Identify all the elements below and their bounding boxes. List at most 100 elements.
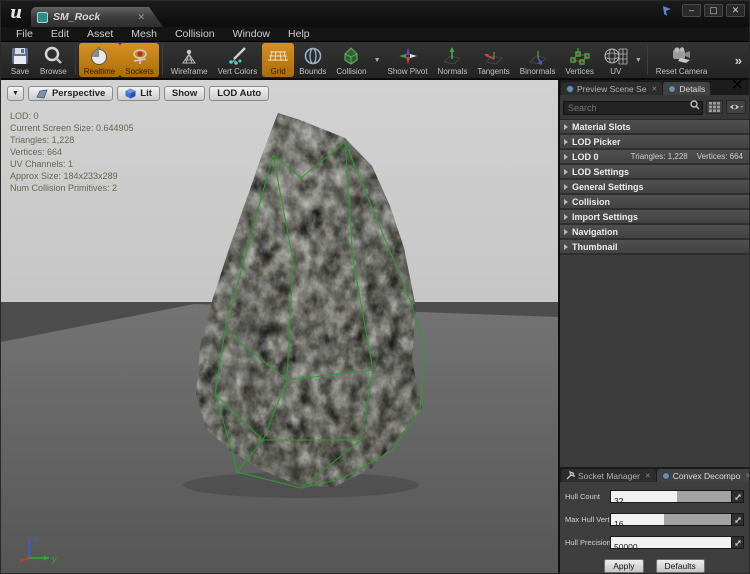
collision-button[interactable]: Collision (331, 43, 371, 77)
asset-tab-sm-rock[interactable]: SM_Rock ✕ (31, 7, 163, 27)
section-lod-0[interactable]: LOD 0 Triangles: 1,228 Vertices: 664 (560, 150, 749, 165)
hull-count-label: Hull Count (565, 492, 610, 501)
menu-mesh[interactable]: Mesh (122, 28, 166, 40)
section-lod-settings[interactable]: LOD Settings (560, 165, 749, 180)
tangents-icon (483, 45, 505, 67)
search-input[interactable] (563, 101, 703, 115)
slider-expand-icon[interactable] (732, 513, 744, 526)
view-options-button[interactable] (726, 100, 746, 114)
details-sections: Material Slots LOD Picker LOD 0 Triangle… (560, 120, 749, 255)
uv-sphere-icon (604, 45, 628, 67)
unreal-logo-icon: u (5, 2, 27, 24)
toolbar-separator (162, 45, 163, 75)
static-mesh-icon (37, 12, 48, 23)
max-hull-verts-label: Max Hull Vert (565, 515, 610, 524)
binormals-icon (527, 45, 549, 67)
viewport-stats: LOD: 0 Current Screen Size: 0.644905 Tri… (10, 110, 134, 194)
lit-cube-icon (125, 88, 136, 99)
static-mesh-editor-window: u SM_Rock ✕ – ▢ ✕ File Edit Asset Mesh C… (0, 0, 750, 574)
uv-button[interactable]: UV (599, 43, 633, 77)
property-matrix-button[interactable] (706, 100, 723, 114)
maximize-button[interactable]: ▢ (704, 4, 723, 17)
binormals-button[interactable]: Binormals (515, 43, 561, 77)
menu-collision[interactable]: Collision (166, 28, 224, 40)
stat-collision-primitives: Num Collision Primitives: 2 (10, 182, 134, 194)
section-thumbnail[interactable]: Thumbnail (560, 240, 749, 255)
collision-dropdown-arrow[interactable]: ▼ (374, 57, 381, 64)
viewport-options-dropdown[interactable]: ▼ (7, 86, 24, 101)
slider-expand-icon[interactable] (732, 490, 744, 503)
grid-toggle-button[interactable]: Grid (262, 43, 294, 77)
wireframe-button[interactable]: Wireframe (166, 43, 213, 77)
hull-precision-value: 50000 (611, 542, 638, 549)
section-general-settings[interactable]: General Settings (560, 180, 749, 195)
expander-arrow-icon (564, 199, 568, 205)
hull-count-value: 32 (611, 496, 623, 503)
expander-arrow-icon (564, 229, 568, 235)
show-pivot-button[interactable]: Show Pivot (383, 43, 433, 77)
tangents-button[interactable]: Tangents (472, 43, 514, 77)
show-menu-button[interactable]: Show (164, 86, 205, 101)
menu-help[interactable]: Help (279, 28, 319, 40)
layout-flag-icon (661, 5, 673, 17)
menu-window[interactable]: Window (224, 28, 279, 40)
realtime-toggle-button[interactable]: Realtime (79, 43, 121, 77)
tab-close-icon[interactable]: ✕ (137, 13, 145, 22)
tab-close-icon[interactable]: ✕ (645, 472, 651, 480)
hull-count-slider[interactable]: 32 (610, 490, 732, 503)
save-button[interactable]: Save (5, 43, 35, 77)
perspective-button[interactable]: Perspective (28, 86, 113, 101)
toolbar-overflow-chevron[interactable]: » (735, 53, 745, 68)
lit-mode-button[interactable]: Lit (117, 86, 160, 101)
slider-expand-icon[interactable] (732, 536, 744, 549)
magnifier-icon (43, 45, 63, 67)
tab-close-icon[interactable]: ✕ (651, 85, 657, 93)
tab-close-icon[interactable]: ✕ (731, 75, 748, 95)
hull-precision-row: Hull Precision 50000 (565, 536, 744, 549)
section-material-slots[interactable]: Material Slots (560, 120, 749, 135)
stat-approx-size: Approx Size: 184x233x289 (10, 170, 134, 182)
expander-arrow-icon (564, 139, 568, 145)
tab-close-icon[interactable]: ✕ (745, 472, 750, 480)
hull-precision-label: Hull Precision (565, 538, 610, 547)
close-button[interactable]: ✕ (726, 4, 745, 17)
uv-dropdown-arrow[interactable]: ▼ (635, 57, 642, 64)
grid-matrix-icon (709, 102, 720, 112)
vert-colors-button[interactable]: Vert Colors (213, 43, 263, 77)
stat-uv-channels: UV Channels: 1 (10, 158, 134, 170)
tab-convex-decomposition[interactable]: Convex Decompo ✕ (657, 469, 750, 482)
tab-socket-manager[interactable]: Socket Manager ✕ (561, 469, 656, 482)
menu-edit[interactable]: Edit (42, 28, 78, 40)
menu-asset[interactable]: Asset (78, 28, 122, 40)
bounds-button[interactable]: Bounds (294, 43, 331, 77)
floppy-disk-icon (10, 45, 30, 67)
section-import-settings[interactable]: Import Settings (560, 210, 749, 225)
tab-preview-scene-settings[interactable]: Preview Scene Se ✕ (561, 82, 662, 95)
hull-precision-input[interactable]: 50000 (610, 536, 732, 549)
sockets-toggle-button[interactable]: Sockets (120, 43, 158, 77)
search-icon (690, 100, 700, 110)
max-hull-verts-slider[interactable]: 16 (610, 513, 732, 526)
stat-vertices: Vertices: 664 (10, 146, 134, 158)
tab-details[interactable]: Details (663, 82, 710, 95)
expander-arrow-icon (564, 244, 568, 250)
defaults-button[interactable]: Defaults (656, 559, 705, 573)
asset-tab-label: SM_Rock (53, 11, 100, 23)
section-navigation[interactable]: Navigation (560, 225, 749, 240)
menu-file[interactable]: File (7, 28, 42, 40)
apply-button[interactable]: Apply (604, 559, 643, 573)
section-lod-picker[interactable]: LOD Picker (560, 135, 749, 150)
menu-bar: File Edit Asset Mesh Collision Window He… (1, 27, 749, 42)
details-empty-area (560, 255, 749, 467)
wireframe-icon (179, 45, 199, 67)
normals-button[interactable]: Normals (433, 43, 473, 77)
lod-auto-button[interactable]: LOD Auto (209, 86, 269, 101)
reset-camera-button[interactable]: Reset Camera (651, 43, 713, 77)
section-collision[interactable]: Collision (560, 195, 749, 210)
browse-button[interactable]: Browse (35, 43, 72, 77)
normals-icon (441, 45, 463, 67)
stopwatch-icon (89, 45, 109, 67)
vertices-button[interactable]: Vertices (560, 43, 598, 77)
minimize-button[interactable]: – (682, 4, 701, 17)
axis-gizmo: z y (13, 531, 65, 567)
